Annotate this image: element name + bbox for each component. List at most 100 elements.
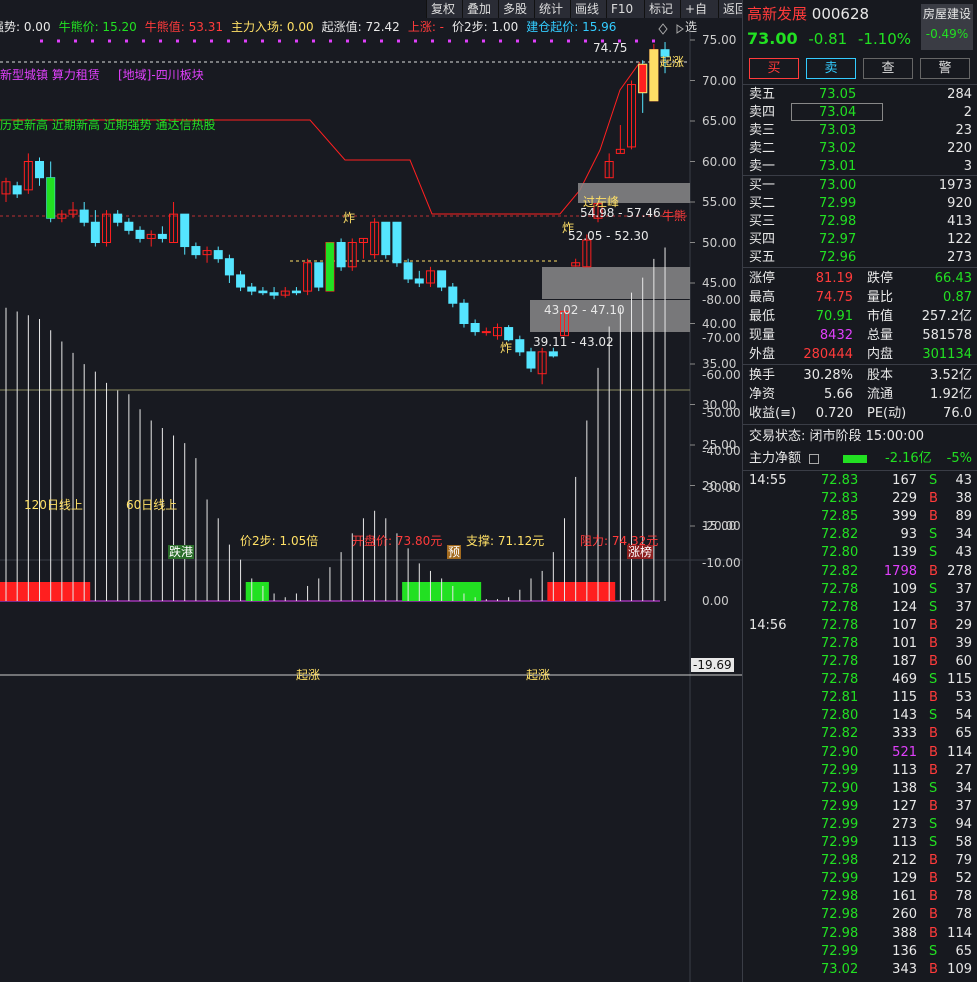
divider [743,470,977,471]
candle-body [481,331,491,334]
zone-label: 39.11 - 43.02 [533,335,614,349]
candle-body [403,262,413,280]
toolbar-button-0[interactable]: 复权 [426,0,462,18]
indicator-item: 强势: 0.00 [0,20,51,34]
order-row[interactable]: 买一 73.00 1973 [743,177,977,195]
qizhang-label: 起涨 [660,55,685,69]
order-row[interactable]: 买五 72.96 273 [743,249,977,267]
sub-block [0,582,91,601]
tick-row: 72.98 260 B 78 [821,907,972,923]
query-button[interactable]: 查 [863,58,913,79]
toolbar-button-1[interactable]: 叠加 [462,0,498,18]
menu-icon[interactable] [809,454,819,464]
toolbar-button-7[interactable]: +自选 [680,0,718,34]
toolbar-button-6[interactable]: 标记 [644,0,680,18]
order-price: 72.99 [819,196,857,211]
support-label: 支撑: 71.12元 [466,534,545,548]
sub-axis-label: -70.00 [702,330,741,345]
tick-row: 72.98 161 B 78 [821,889,972,905]
zhangbang-badge: 涨榜 [627,545,654,559]
tick-row: 72.80 143 S 54 [821,708,972,724]
selected-price-box [791,103,883,121]
yu-badge: 预 [447,545,462,559]
limit-up-candle [638,63,648,94]
toolbar-button-5[interactable]: F10 [606,0,644,18]
order-price: 73.05 [819,87,857,102]
order-label: 卖三 [749,123,776,138]
trade-status: 交易状态: 闭市阶段 15:00:00 [749,429,925,444]
order-label: 买二 [749,196,776,211]
main-flow-value: -2.16亿 [885,451,932,466]
buy-button[interactable]: 买 [749,58,799,79]
sub-axis-label: 0.00 [702,594,729,608]
order-volume: 413 [947,214,972,229]
order-row[interactable]: 卖五 73.05 284 [743,86,977,104]
stats2-row: 收益(≡) 0.720 PE(动) 76.0 [749,406,972,421]
sub-qizhang-label: 起涨 [296,668,321,682]
zha-label: 炸 [343,211,356,225]
tick-row: 72.82 333 B 65 [821,726,972,742]
flow-bar [843,455,867,463]
sub-block [547,582,616,601]
stock-name-line: 高新发展 000628 [747,5,869,23]
sell-button[interactable]: 卖 [806,58,856,79]
sector-change: -0.49% [925,27,969,41]
candle-body [459,302,469,324]
order-row[interactable]: 卖二 73.02 220 [743,140,977,158]
price-axis-label: 60.00 [702,154,737,169]
sub-axis-label: -40.00 [702,443,741,458]
candlestick-chart[interactable] [0,0,742,982]
order-row[interactable]: 买四 72.97 122 [743,231,977,249]
candle-body [191,246,201,256]
tick-row: 72.98 212 B 79 [821,853,972,869]
tick-row: 72.78 101 B 39 [821,635,972,651]
toolbar-button-3[interactable]: 统计 [534,0,570,18]
sub-axis-label: -10.00 [702,556,741,571]
tick-row: 14:56 72.78 107 B 29 [749,617,972,633]
green-signal-candle [325,242,334,292]
indicator-item: 上涨: - [407,20,445,34]
tick-row: 14:55 72.83 167 S 43 [749,473,972,488]
high-label: 74.75 [593,41,628,55]
tag-line2: 历史新高 近期新高 近期强势 通达信热股 [0,118,216,132]
green-signal-candle [46,177,55,219]
order-price: 73.03 [819,123,857,138]
toolbar-button-4[interactable]: 画线 [570,0,606,18]
sub-block [245,582,269,601]
toolbar-button-2[interactable]: 多股 [498,0,534,18]
order-volume: 220 [947,141,972,156]
order-row[interactable]: 买三 72.98 413 [743,213,977,231]
order-price: 73.00 [819,178,857,193]
order-row[interactable]: 卖三 73.03 23 [743,122,977,140]
order-volume: 23 [955,123,972,138]
tick-row: 72.78 124 S 37 [821,599,972,615]
sub-axis-label: -20.00 [702,518,741,533]
price-axis-label: 45.00 [702,276,737,290]
tick-row: 72.80 139 S 43 [821,545,972,561]
candle-body [504,327,514,341]
stats-row: 外盘 280444 内盘 301134 [749,347,972,362]
main-flow: 主力净额 -2.16亿 -5% [749,451,972,466]
main-flow-pct: -5% [946,451,972,466]
tick-row: 72.99 136 S 65 [821,943,972,959]
candle-body [135,229,145,239]
tick-row: 72.99 113 B 27 [821,762,972,778]
indicator-item: 牛熊值: 53.31 [144,20,224,34]
stats-row: 最高 74.75 量比 0.87 [749,290,972,305]
candle-body [180,213,190,248]
alert-button[interactable]: 警 [920,58,970,79]
tick-row: 72.82 1798 B 278 [821,563,972,579]
order-row[interactable]: 卖一 73.01 3 [743,158,977,176]
stats2-row: 换手 30.28% 股本 3.52亿 [749,368,972,383]
order-label: 卖二 [749,141,776,156]
sector-box[interactable]: 房屋建设 -0.49% [921,4,973,50]
candle-body [314,262,324,288]
quote-panel: 高新发展 000628 房屋建设 -0.49% 73.00 -0.81 -1.1… [742,0,977,982]
indicator-item: 牛熊价: 15.20 [58,20,137,34]
price-axis-label: 70.00 [702,73,737,88]
stats-row: 涨停 81.19 跌停 66.43 [749,271,972,286]
order-row[interactable]: 买二 72.99 920 [743,195,977,213]
sector-name: 房屋建设 [922,7,971,21]
divider [743,364,977,365]
sub-axis-label: -50.00 [702,406,741,420]
